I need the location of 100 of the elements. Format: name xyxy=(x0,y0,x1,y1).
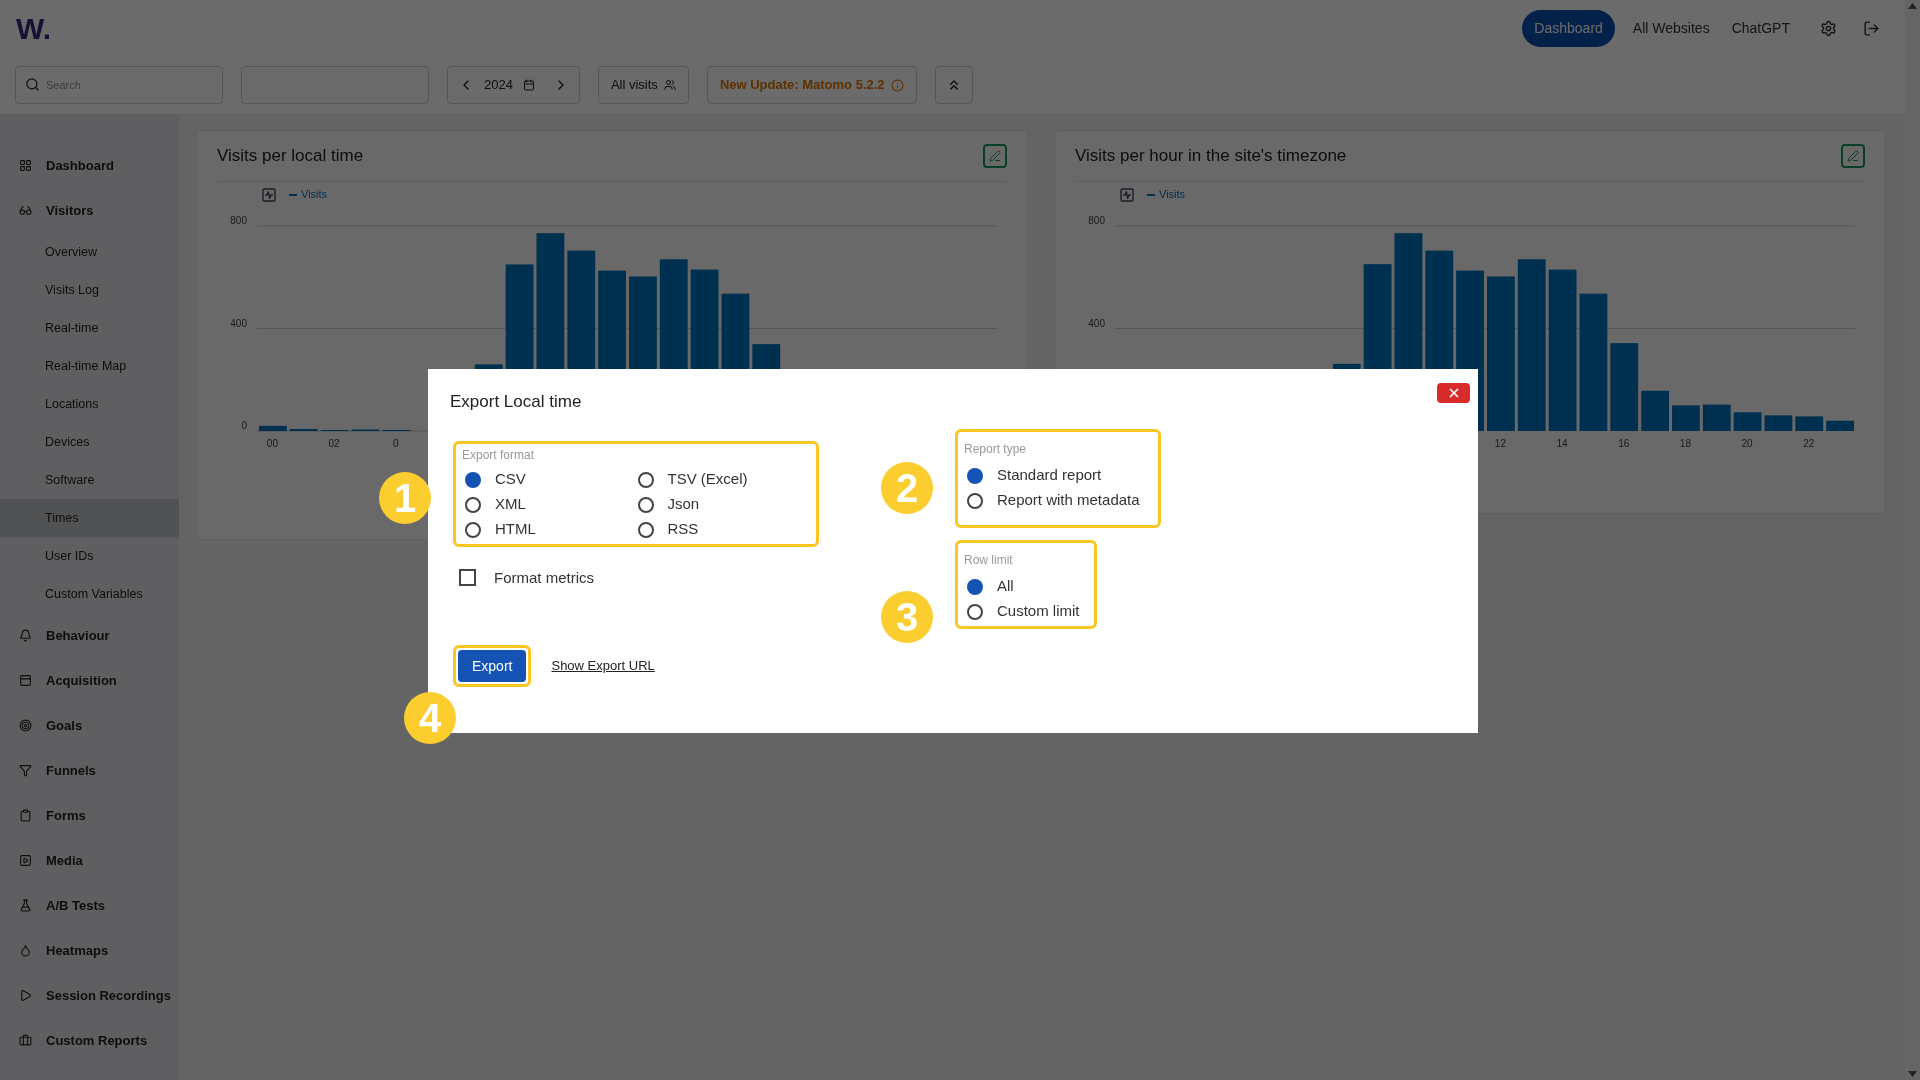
sidebar-item[interactable]: Forms xyxy=(46,805,86,826)
radio-button[interactable] xyxy=(637,521,654,538)
axis-label: 400 xyxy=(230,317,247,328)
axis-label: 0 xyxy=(392,437,399,449)
dialog-title: Export Local time xyxy=(450,391,582,413)
edit-button[interactable] xyxy=(1841,143,1865,168)
radio-button[interactable] xyxy=(967,467,983,484)
settings-icon[interactable] xyxy=(1820,19,1837,37)
clipboard-icon xyxy=(19,809,32,822)
logo[interactable]: W. xyxy=(16,5,51,51)
radio-button[interactable] xyxy=(637,471,654,488)
segment-selector[interactable]: All visits xyxy=(597,66,689,104)
option-label[interactable]: All xyxy=(997,575,1014,598)
radio-button[interactable] xyxy=(637,496,654,513)
period-label[interactable]: 2024 xyxy=(484,75,513,95)
axis-label: 14 xyxy=(1556,437,1568,449)
radio-button[interactable] xyxy=(967,578,983,595)
line-chart-icon[interactable] xyxy=(261,186,277,203)
chart-bar xyxy=(1764,414,1793,431)
bell-icon xyxy=(19,629,32,642)
radio-button[interactable] xyxy=(465,471,481,488)
option-label[interactable]: RSS xyxy=(667,518,699,541)
option-label[interactable]: Report with metadata xyxy=(997,489,1140,512)
chart-bar xyxy=(1641,390,1669,431)
scroll-up-icon[interactable] xyxy=(1908,3,1917,9)
chart-bar xyxy=(351,428,380,431)
sidebar-item[interactable]: Goals xyxy=(46,715,83,736)
radio-button[interactable] xyxy=(465,521,481,538)
option-label[interactable]: Json xyxy=(667,493,700,516)
play-icon xyxy=(19,989,32,1002)
checkbox[interactable] xyxy=(459,569,476,587)
checkbox-label[interactable]: Format metrics xyxy=(494,566,594,589)
axis-label: 18 xyxy=(1679,437,1691,449)
chart-bar xyxy=(1702,404,1731,431)
export-button[interactable]: Export xyxy=(458,650,527,682)
option-label[interactable]: CSV xyxy=(495,468,526,491)
step-number: 4 xyxy=(404,692,456,744)
sidebar-item[interactable]: Funnels xyxy=(46,760,96,781)
axis-label: 12 xyxy=(1494,437,1506,449)
people-icon xyxy=(663,79,676,91)
chart-bar xyxy=(289,428,318,431)
grid-icon xyxy=(19,159,32,172)
axis-label: 00 xyxy=(266,437,278,449)
sidebar-item[interactable]: Media xyxy=(46,850,83,871)
axis-label: 16 xyxy=(1618,437,1630,449)
pencil-icon xyxy=(989,149,1001,162)
axis-label: 20 xyxy=(1741,437,1753,449)
collapse-button[interactable] xyxy=(934,66,973,104)
pencil-icon xyxy=(1847,149,1859,162)
option-label[interactable]: TSV (Excel) xyxy=(667,468,748,491)
axis-label: 400 xyxy=(1088,317,1105,328)
flask-icon xyxy=(19,899,32,912)
legend-item[interactable]: Visits xyxy=(289,186,328,203)
update-notice[interactable]: New Update: Matomo 5.2.2 xyxy=(706,66,917,104)
logout-icon[interactable] xyxy=(1863,19,1880,37)
calendar-icon[interactable] xyxy=(522,79,535,91)
legend-item[interactable]: Visits xyxy=(1147,186,1186,203)
chart-bar xyxy=(259,425,287,431)
step-number: 2 xyxy=(881,462,933,514)
search-icon xyxy=(25,77,40,92)
sidebar-item[interactable]: Visitors xyxy=(46,200,94,221)
radio-button[interactable] xyxy=(967,492,983,509)
axis-label: 0 xyxy=(241,419,247,431)
edit-button[interactable] xyxy=(983,143,1007,168)
group-label: Row limit xyxy=(964,551,1014,569)
card-title: Visits per hour in the site's timezone xyxy=(1075,145,1347,167)
target-icon xyxy=(19,719,32,732)
radio-button[interactable] xyxy=(967,603,983,620)
sidebar-item[interactable]: Acquisition xyxy=(46,670,117,691)
radio-button[interactable] xyxy=(465,496,481,513)
axis-label: 800 xyxy=(230,214,247,226)
scroll-down-icon[interactable] xyxy=(1908,1071,1917,1077)
group-label: Report type xyxy=(964,440,1028,458)
drop-icon xyxy=(19,944,32,957)
line-chart-icon[interactable] xyxy=(1119,186,1135,203)
sidebar-item[interactable]: A/B Tests xyxy=(46,895,105,916)
sidebar-item[interactable]: Dashboard xyxy=(46,155,114,176)
window-icon xyxy=(19,674,32,687)
nav-link[interactable]: Dashboard xyxy=(1522,9,1615,47)
option-label[interactable]: XML xyxy=(495,493,526,516)
axis-label: 22 xyxy=(1803,437,1815,449)
nav-link[interactable]: All Websites xyxy=(1628,9,1714,47)
option-label[interactable]: Standard report xyxy=(997,464,1102,487)
chart-bar xyxy=(1795,415,1824,431)
chart-bar xyxy=(1733,411,1762,431)
close-button[interactable] xyxy=(1437,383,1470,403)
option-label[interactable]: HTML xyxy=(495,518,536,541)
nav-link[interactable]: ChatGPT xyxy=(1727,9,1794,47)
export-url-link[interactable]: Show Export URL xyxy=(551,656,655,676)
sidebar-subitem[interactable]: Times xyxy=(0,499,179,537)
sidebar-item[interactable]: Heatmaps xyxy=(46,940,109,961)
axis-label: 800 xyxy=(1088,214,1105,226)
sidebar-item[interactable]: Custom Reports xyxy=(46,1030,148,1051)
filter-icon xyxy=(19,764,32,777)
group-label: Export format xyxy=(462,446,536,464)
chart-bar xyxy=(1826,420,1854,431)
sidebar-item[interactable]: Behaviour xyxy=(46,625,110,646)
sidebar-item[interactable]: Session Recordings xyxy=(46,985,171,1006)
option-label[interactable]: Custom limit xyxy=(997,600,1080,623)
info-icon xyxy=(890,78,904,92)
